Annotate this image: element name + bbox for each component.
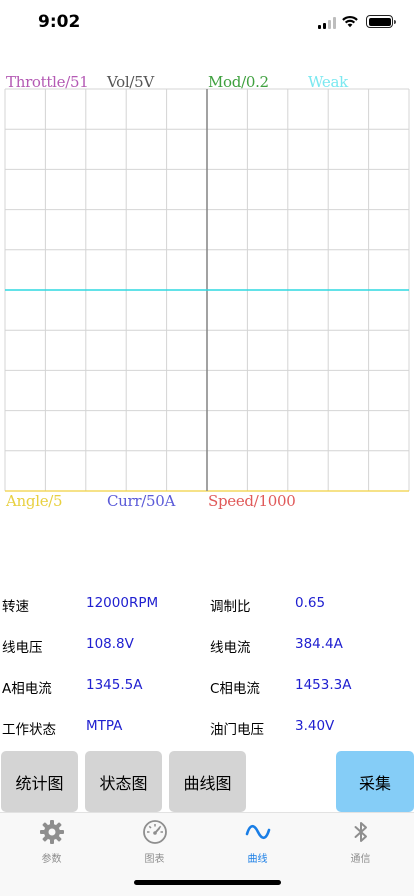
readout-label: 转速: [2, 599, 29, 615]
tab-params[interactable]: 参数: [0, 819, 103, 869]
readout-label: 线电压: [2, 640, 43, 656]
home-indicator: [134, 880, 281, 885]
status-time: 9:02: [38, 12, 81, 32]
status-bar: 9:02: [0, 0, 414, 48]
readout-row-speed: 转速 12000RPM 调制比 0.65: [0, 595, 414, 615]
readout-label: 线电流: [210, 640, 251, 656]
legend-speed: Speed/1000: [208, 492, 296, 510]
tab-label: 通信: [350, 854, 371, 865]
tab-gauges[interactable]: 图表: [103, 819, 206, 869]
readout-label: 油门电压: [210, 722, 264, 738]
wave-icon: [245, 824, 270, 840]
readout-value: MTPA: [86, 718, 123, 734]
readout-value: 0.65: [295, 595, 326, 611]
readout-label: 工作状态: [2, 722, 56, 738]
legend-throttle: Throttle/51: [6, 73, 89, 91]
state-chart-button[interactable]: 状态图: [85, 751, 162, 812]
collect-button[interactable]: 采集: [336, 751, 414, 812]
readout-value: 12000RPM: [86, 595, 159, 611]
readout-label: 调制比: [210, 599, 251, 615]
tab-curves[interactable]: 曲线: [206, 819, 309, 869]
battery-icon: [366, 15, 396, 28]
tab-label: 曲线: [247, 854, 268, 865]
curve-chart-button[interactable]: 曲线图: [169, 751, 246, 812]
readout-row-phase: A相电流 1345.5A C相电流 1453.3A: [0, 677, 414, 697]
readout-value: 1453.3A: [295, 677, 352, 693]
cellular-signal-icon: [318, 17, 336, 29]
stats-chart-button[interactable]: 统计图: [1, 751, 78, 812]
wifi-icon: [342, 15, 358, 28]
legend-angle: Angle/5: [6, 492, 63, 510]
tab-label: 参数: [41, 854, 62, 865]
legend-modulation: Mod/0.2: [208, 73, 269, 91]
legend-weak: Weak: [308, 73, 348, 91]
readout-value: 384.4A: [295, 636, 343, 652]
tab-comm[interactable]: 通信: [309, 819, 412, 869]
tab-label: 图表: [144, 854, 165, 865]
readout-value: 108.8V: [86, 636, 134, 652]
readout-row-line: 线电压 108.8V 线电流 384.4A: [0, 636, 414, 656]
readout-label: A相电流: [2, 681, 52, 697]
chart-grid: [4, 88, 410, 492]
readout-value: 1345.5A: [86, 677, 143, 693]
gear-icon: [39, 820, 64, 844]
readout-label: C相电流: [210, 681, 260, 697]
bluetooth-icon: [354, 822, 367, 842]
gauge-icon: [142, 820, 167, 844]
readout-value: 3.40V: [295, 718, 335, 734]
legend-current: Curr/50A: [107, 492, 176, 510]
curve-chart: Throttle/51 Vol/5V Mod/0.2 Weak Angle/5 …: [0, 70, 414, 515]
legend-voltage: Vol/5V: [107, 73, 154, 91]
readout-row-status: 工作状态 MTPA 油门电压 3.40V: [0, 718, 414, 738]
